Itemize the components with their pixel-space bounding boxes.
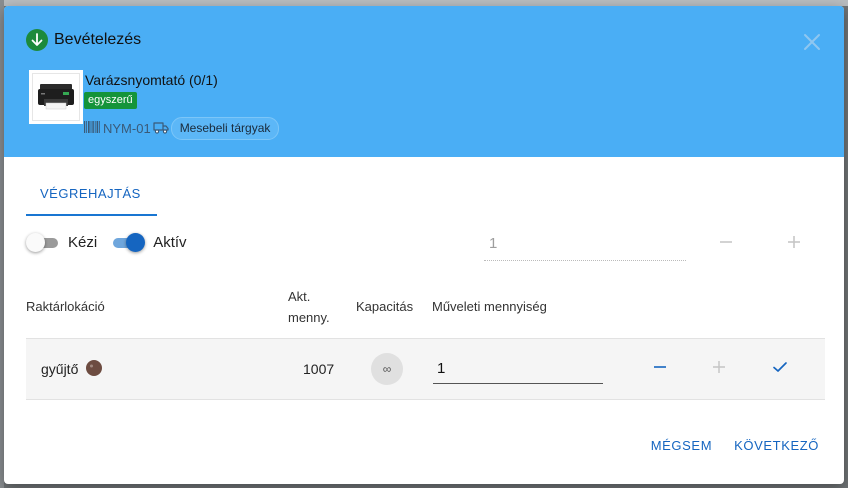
active-switch-label: Aktív (153, 233, 187, 251)
location-name: gyűjtő (41, 361, 79, 377)
tab-execution[interactable]: Végrehajtás (26, 174, 155, 213)
barcode-icon (84, 121, 100, 136)
tab-bar: Végrehajtás (26, 174, 155, 213)
toggle-row: Kézi Aktív (26, 232, 201, 252)
header-current-qty-line2: menny. (288, 310, 330, 325)
row-decrement-button[interactable] (648, 357, 672, 381)
bulk-decrement-button[interactable] (714, 232, 738, 256)
product-type-badge: egyszerű (84, 92, 137, 109)
tab-active-indicator (26, 214, 157, 216)
receiving-dialog: Bevételezés Varázsnyomtató (0/1) egyszer… (4, 6, 844, 484)
bulk-increment-button[interactable] (782, 232, 806, 256)
product-name: Varázsnyomtató (0/1) (85, 72, 218, 88)
plus-icon (787, 235, 801, 254)
operation-qty-input[interactable]: 1 (433, 355, 603, 384)
truck-icon (153, 121, 169, 137)
dialog-actions: Mégsem Következő (629, 438, 819, 453)
row-increment-button[interactable] (707, 357, 731, 381)
header-operation-qty: Műveleti mennyiség (432, 299, 547, 314)
dialog-header: Bevételezés Varázsnyomtató (0/1) egyszer… (4, 6, 844, 157)
next-button[interactable]: Következő (734, 438, 819, 453)
product-thumbnail (29, 70, 83, 124)
title-row: Bevételezés (26, 29, 141, 51)
close-button[interactable] (802, 33, 822, 56)
manual-switch-label: Kézi (68, 233, 98, 251)
header-capacity: Kapacitás (356, 299, 414, 314)
row-confirm-button[interactable] (768, 357, 792, 381)
cancel-button[interactable]: Mégsem (651, 438, 712, 453)
product-sku: NYM-01 (103, 121, 151, 136)
close-icon (803, 33, 821, 56)
arrow-down-circle-icon (26, 29, 48, 51)
header-current-qty-line1: Akt. (288, 289, 311, 304)
minus-icon (653, 360, 667, 379)
header-location: Raktárlokáció (26, 299, 105, 314)
capacity-badge: ∞ (371, 353, 403, 385)
manual-switch[interactable] (26, 232, 60, 252)
table-row: gyűjtő 1007 ∞ 1 (26, 338, 825, 400)
check-icon (772, 360, 788, 379)
dialog-title: Bevételezés (54, 31, 142, 48)
minus-icon (719, 235, 733, 254)
product-meta-row: NYM-01 Mesebeli tárgyak (84, 117, 280, 140)
current-qty-cell: 1007 (303, 361, 335, 377)
bulk-quantity-input[interactable]: 1 (484, 230, 686, 261)
printer-icon (38, 84, 74, 110)
plus-icon (712, 360, 726, 379)
location-icon (86, 360, 103, 376)
bulk-quantity-value: 1 (489, 235, 498, 252)
location-cell: gyűjtő (41, 360, 103, 377)
category-chip: Mesebeli tárgyak (170, 117, 280, 140)
active-switch[interactable] (111, 232, 146, 252)
